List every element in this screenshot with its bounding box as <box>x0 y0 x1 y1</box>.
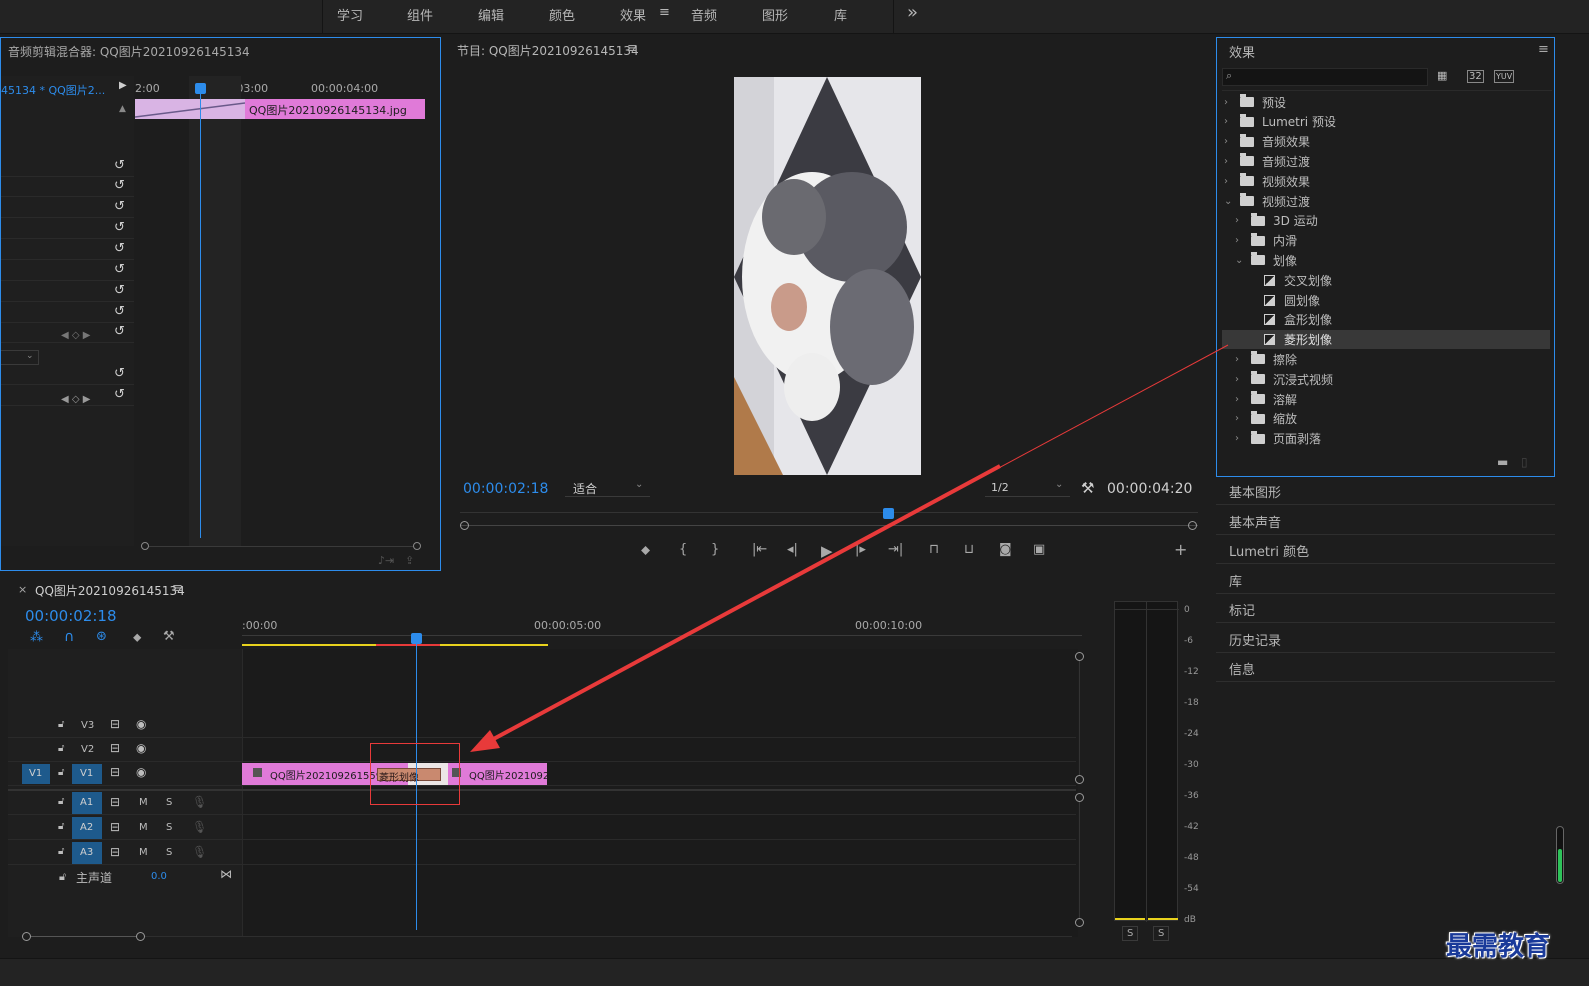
watermark-logo: 最需教育 <box>1446 932 1551 962</box>
annotation-arrow <box>470 344 1229 752</box>
